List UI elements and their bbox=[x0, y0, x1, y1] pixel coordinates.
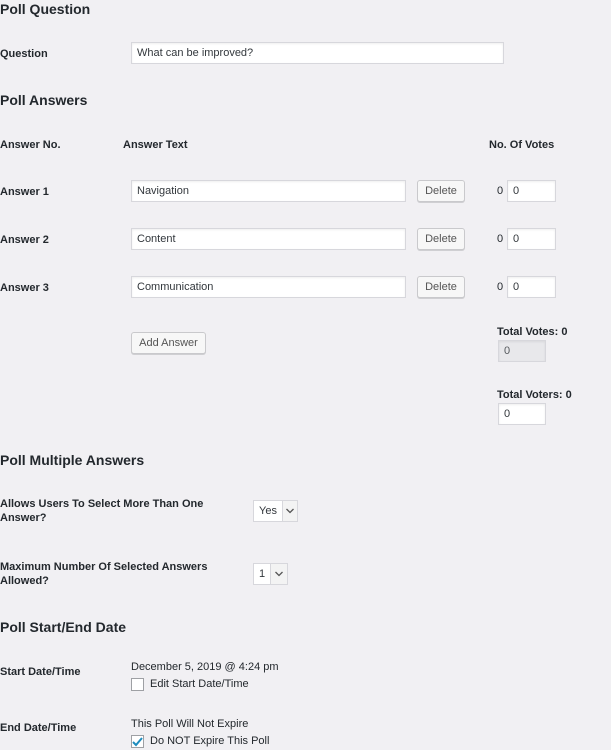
answer-votes-input[interactable]: 0 bbox=[507, 180, 556, 202]
answer-votes-input[interactable]: 0 bbox=[507, 228, 556, 250]
total-voters-label: Total Voters: 0 bbox=[497, 389, 572, 401]
answer-text-input[interactable]: Navigation bbox=[131, 180, 406, 202]
total-voters-input[interactable]: 0 bbox=[498, 403, 546, 425]
answer-votes-count: 0 bbox=[497, 281, 504, 293]
votes-column-header: No. Of Votes bbox=[489, 139, 555, 151]
edit-start-label[interactable]: Edit Start Date/Time bbox=[150, 678, 249, 690]
start-date-label: Start Date/Time bbox=[0, 666, 81, 678]
delete-answer-button[interactable]: Delete bbox=[417, 276, 465, 298]
answer-text-column-header: Answer Text bbox=[123, 139, 188, 151]
allow-multiple-value: Yes bbox=[259, 505, 277, 517]
total-votes-label: Total Votes: 0 bbox=[497, 326, 568, 338]
poll-multiple-answers-heading: Poll Multiple Answers bbox=[0, 452, 145, 468]
delete-answer-button[interactable]: Delete bbox=[417, 228, 465, 250]
delete-answer-button[interactable]: Delete bbox=[417, 180, 465, 202]
poll-dates-heading: Poll Start/End Date bbox=[0, 619, 127, 635]
poll-question-heading: Poll Question bbox=[0, 1, 91, 17]
checkmark-icon bbox=[132, 736, 143, 746]
chevron-down-icon bbox=[281, 501, 297, 521]
max-answers-select[interactable]: 1 bbox=[253, 563, 288, 585]
add-answer-button[interactable]: Add Answer bbox=[131, 332, 206, 354]
answer-row-label: Answer 2 bbox=[0, 234, 49, 246]
question-label: Question bbox=[0, 48, 48, 60]
no-expire-checkbox[interactable] bbox=[131, 735, 144, 748]
answer-row-label: Answer 1 bbox=[0, 186, 49, 198]
answer-text-input[interactable]: Content bbox=[131, 228, 406, 250]
poll-answers-heading: Poll Answers bbox=[0, 92, 88, 108]
total-votes-input: 0 bbox=[498, 340, 546, 362]
end-date-value: This Poll Will Not Expire bbox=[131, 718, 249, 730]
answer-text-input[interactable]: Communication bbox=[131, 276, 406, 298]
allow-multiple-label: Allows Users To Select More Than One Ans… bbox=[0, 498, 204, 524]
answer-votes-input[interactable]: 0 bbox=[507, 276, 556, 298]
allow-multiple-select[interactable]: Yes bbox=[253, 500, 298, 522]
edit-start-checkbox[interactable] bbox=[131, 678, 144, 691]
chevron-down-icon bbox=[270, 564, 287, 584]
no-expire-label[interactable]: Do NOT Expire This Poll bbox=[150, 735, 269, 747]
answer-row-label: Answer 3 bbox=[0, 282, 49, 294]
answer-votes-count: 0 bbox=[497, 185, 504, 197]
max-answers-value: 1 bbox=[259, 568, 266, 580]
start-date-value: December 5, 2019 @ 4:24 pm bbox=[131, 661, 279, 673]
answer-votes-count: 0 bbox=[497, 233, 504, 245]
end-date-label: End Date/Time bbox=[0, 722, 77, 734]
answer-no-column-header: Answer No. bbox=[0, 139, 61, 151]
max-answers-label: Maximum Number Of Selected Answers Allow… bbox=[0, 561, 208, 587]
question-input[interactable]: What can be improved? bbox=[131, 42, 504, 64]
